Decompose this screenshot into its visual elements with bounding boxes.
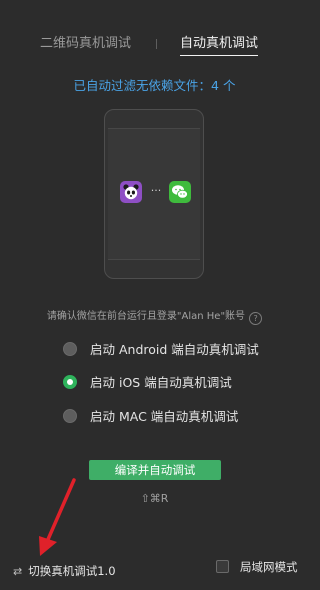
wechat-login-hint-text: 请确认微信在前台运行且登录"Alan He"账号 [46, 311, 246, 322]
radio-mac[interactable] [63, 409, 77, 423]
red-arrow-annotation [39, 478, 76, 556]
phone-illustration: ··· [104, 109, 204, 279]
option-android-label: 启动 Android 端自动真机调试 [90, 342, 259, 357]
lan-mode-label: 局域网模式 [240, 560, 298, 574]
wechat-icon [169, 181, 191, 203]
filter-info-text: 已自动过滤无依赖文件：4 个 [73, 78, 236, 93]
option-mac-label: 启动 MAC 端自动真机调试 [90, 409, 239, 424]
help-icon[interactable]: ? [249, 312, 263, 325]
lan-mode-checkbox[interactable] [216, 560, 229, 573]
tab-qrcode-debug[interactable]: 二维码真机调试 [40, 35, 131, 53]
option-ios-label: 启动 iOS 端自动真机调试 [90, 375, 232, 390]
debug-mode-tabs: 二维码真机调试 自动真机调试 [0, 35, 309, 57]
compile-and-debug-button[interactable]: 编译并自动调试 [89, 460, 221, 480]
wechat-login-hint: 请确认微信在前台运行且登录"Alan He"账号? [0, 307, 309, 325]
tab-divider [156, 39, 157, 49]
panda-app-icon [120, 181, 142, 203]
switch-version-label: 切换真机调试1.0 [28, 564, 116, 578]
switch-debug-version-button[interactable]: ⇄ 切换真机调试1.0 [13, 560, 116, 579]
radio-ios[interactable] [63, 375, 77, 389]
radio-android[interactable] [63, 342, 77, 356]
tab-auto-debug[interactable]: 自动真机调试 [180, 35, 259, 56]
switch-arrows-icon: ⇄ [13, 565, 23, 578]
connection-dots: ··· [150, 184, 162, 197]
